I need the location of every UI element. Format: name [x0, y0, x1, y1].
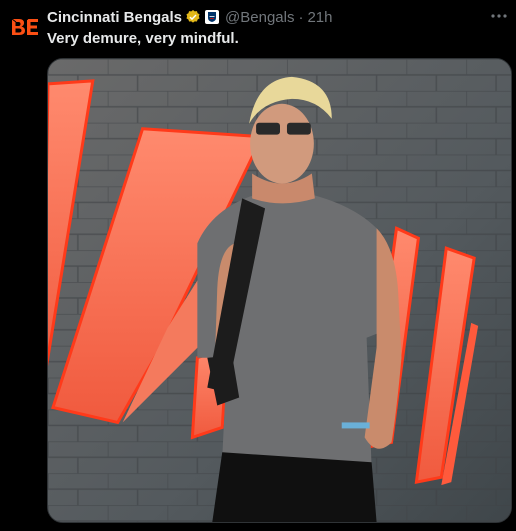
tweet-header: Cincinnati Bengals @Bengals · 21h — [47, 7, 476, 27]
gold-verified-badge-icon — [186, 10, 200, 23]
timestamp[interactable]: 21h — [307, 9, 332, 26]
tweet[interactable]: Cincinnati Bengals @Bengals · 21h Very d… — [0, 0, 516, 531]
tweet-text: Very demure, very mindful. — [47, 30, 239, 47]
more-horizontal-icon[interactable] — [488, 6, 510, 26]
author-handle[interactable]: @Bengals — [225, 9, 294, 26]
photo-player-walking-past-orange-sign — [48, 59, 511, 522]
separator-dot: · — [298, 8, 304, 26]
avatar[interactable] — [6, 8, 44, 46]
bengals-logo-icon — [9, 16, 41, 38]
nfl-shield-icon[interactable] — [205, 10, 220, 24]
author-name[interactable]: Cincinnati Bengals — [47, 9, 182, 26]
tweet-media[interactable] — [47, 58, 512, 523]
